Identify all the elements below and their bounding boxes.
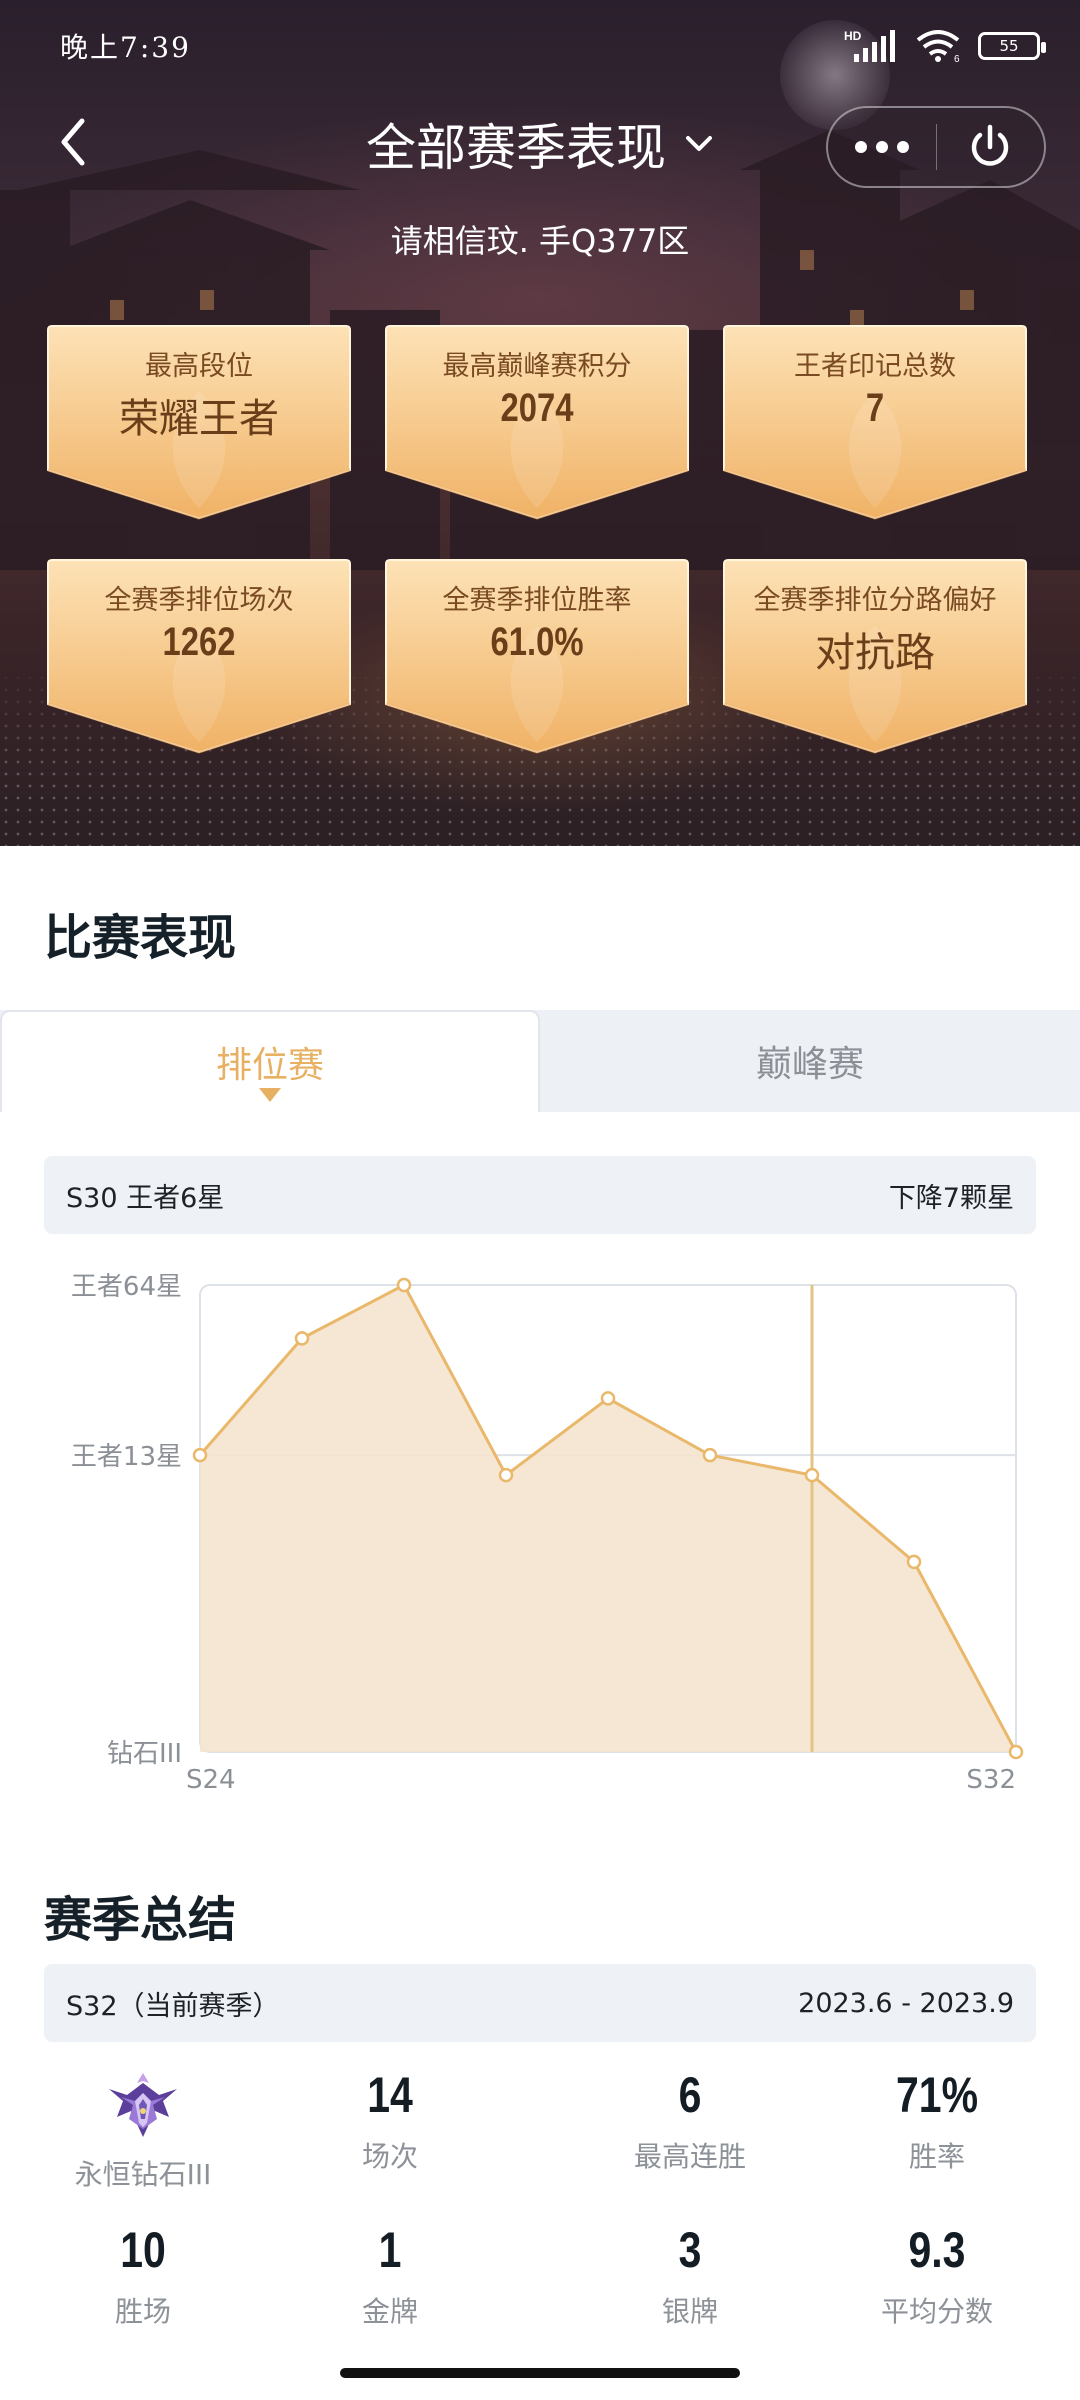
mini-program-capsule [826,106,1046,188]
summary-label: 胜率 [908,2140,965,2173]
summary-value: 10 [120,2222,166,2278]
summary-label: 金牌 [361,2295,418,2328]
chart-point[interactable] [294,1331,310,1346]
selected-season-change: 下降7颗星 [888,1182,1014,1214]
stat-label: 全赛季排位分路偏好 [753,585,997,616]
summary-date-range: 2023.6 - 2023.9 [798,1987,1014,2019]
chart-y-tick-label: 王者64星 [71,1272,182,1302]
summary-stat-games: 14 场次 [290,2065,490,2175]
stat-value: 1262 [162,620,236,664]
battery-icon: 55 [978,32,1046,60]
stat-value: 7 [865,386,885,430]
summary-value: 1 [378,2222,402,2278]
stat-value: 荣耀王者 [119,396,279,442]
summary-label: 最高连胜 [633,2140,746,2173]
summary-label: 场次 [361,2140,418,2173]
svg-text:6: 6 [954,54,960,64]
stat-value: 对抗路 [815,630,935,676]
active-tab-indicator-icon [259,1088,281,1102]
summary-label: 银牌 [661,2295,718,2328]
chart-y-tick-label: 王者13星 [71,1442,182,1472]
rank-trend-chart[interactable]: 王者64星王者13星钻石IIIS24 S32 [0,1255,1080,1815]
wifi-icon: 6 [914,28,964,64]
chevron-down-icon [686,136,712,151]
summary-stat-winrate: 71% 胜率 [837,2065,1037,2175]
svg-text:HD: HD [844,29,862,43]
season-summary-grid: 永恒钻石III 14 场次 6 最高连胜 71% 胜率 10 胜场 1 金牌 3… [0,2065,1080,2365]
stat-label: 最高巅峰赛积分 [442,351,632,382]
stat-badge: 王者印记总数 7 [720,322,1030,522]
stat-label: 全赛季排位胜率 [442,585,632,616]
chart-y-tick-label: 钻石III [107,1739,182,1769]
selected-season-bar: S30 王者6星 下降7颗星 [44,1156,1036,1234]
stat-label: 最高段位 [145,351,253,382]
stat-badge: 全赛季排位胜率 61.0% [382,556,692,756]
chart-point[interactable] [906,1554,922,1570]
more-dots-icon [854,141,909,153]
tab-peak[interactable]: 巅峰赛 [540,1010,1080,1112]
summary-season-label: S32（当前赛季） [66,1990,280,2022]
stat-value: 2074 [500,386,574,430]
home-indicator[interactable] [340,2368,740,2378]
summary-label: 胜场 [114,2295,171,2328]
chart-point[interactable] [192,1447,208,1463]
stat-badge: 最高段位 荣耀王者 [44,322,354,522]
status-icons: HD 6 55 [844,28,1046,64]
rank-emblem-icon [109,2073,177,2137]
summary-label: 平均分数 [880,2295,993,2328]
selected-season: S30 王者6星 [66,1182,225,1214]
chart-x-end-label: S32 [966,1765,1016,1795]
stat-badge: 最高巅峰赛积分 2074 [382,322,692,522]
chart-x-start-label: S24 [186,1765,236,1795]
summary-stat-avg-score: 9.3 平均分数 [837,2220,1037,2330]
summary-value: 9.3 [908,2222,966,2278]
stat-value: 61.0% [490,620,584,664]
page-title: 全部赛季表现 [366,119,666,177]
summary-value: 3 [678,2222,702,2278]
status-time: 晚上7:39 [60,31,191,64]
chart-point[interactable] [396,1277,412,1293]
summary-stat-gold: 1 金牌 [290,2220,490,2330]
chart-point[interactable] [600,1391,616,1406]
summary-value: 14 [367,2067,413,2123]
back-button[interactable] [48,112,98,172]
performance-section-title: 比赛表现 [44,910,237,966]
chevron-left-icon [61,118,85,166]
signal-icon: HD [844,28,900,64]
summary-season-bar: S32（当前赛季） 2023.6 - 2023.9 [44,1964,1036,2042]
summary-section-title: 赛季总结 [44,1892,237,1948]
summary-rank-name: 永恒钻石III [74,2158,212,2191]
chart-point[interactable] [1008,1744,1024,1760]
season-filter-dropdown[interactable]: 全部赛季表现 [366,108,714,180]
stat-badge: 全赛季排位分路偏好对抗路 [720,556,1030,756]
stat-label: 全赛季排位场次 [104,585,294,616]
power-icon [972,124,1009,166]
chart-point[interactable] [702,1447,718,1463]
chart-point[interactable] [804,1467,820,1483]
chart-point[interactable] [498,1467,514,1483]
tab-ranked-label: 排位赛 [215,1045,324,1086]
close-button[interactable] [936,108,1044,186]
stat-label: 王者印记总数 [794,351,956,382]
summary-value: 71% [895,2067,979,2123]
summary-value: 6 [678,2067,702,2123]
stat-badge: 全赛季排位场次 1262 [44,556,354,756]
summary-rank: 永恒钻石III [43,2071,243,2193]
summary-stat-streak: 6 最高连胜 [590,2065,790,2175]
summary-stat-wins: 10 胜场 [43,2220,243,2330]
battery-level: 55 [999,37,1019,55]
more-button[interactable] [828,108,936,186]
tab-peak-label: 巅峰赛 [755,1044,864,1085]
summary-stat-silver: 3 银牌 [590,2220,790,2330]
match-type-tabs: 排位赛 巅峰赛 [0,1010,1080,1112]
player-name: 请相信玟. 手Q377区 [390,222,690,260]
